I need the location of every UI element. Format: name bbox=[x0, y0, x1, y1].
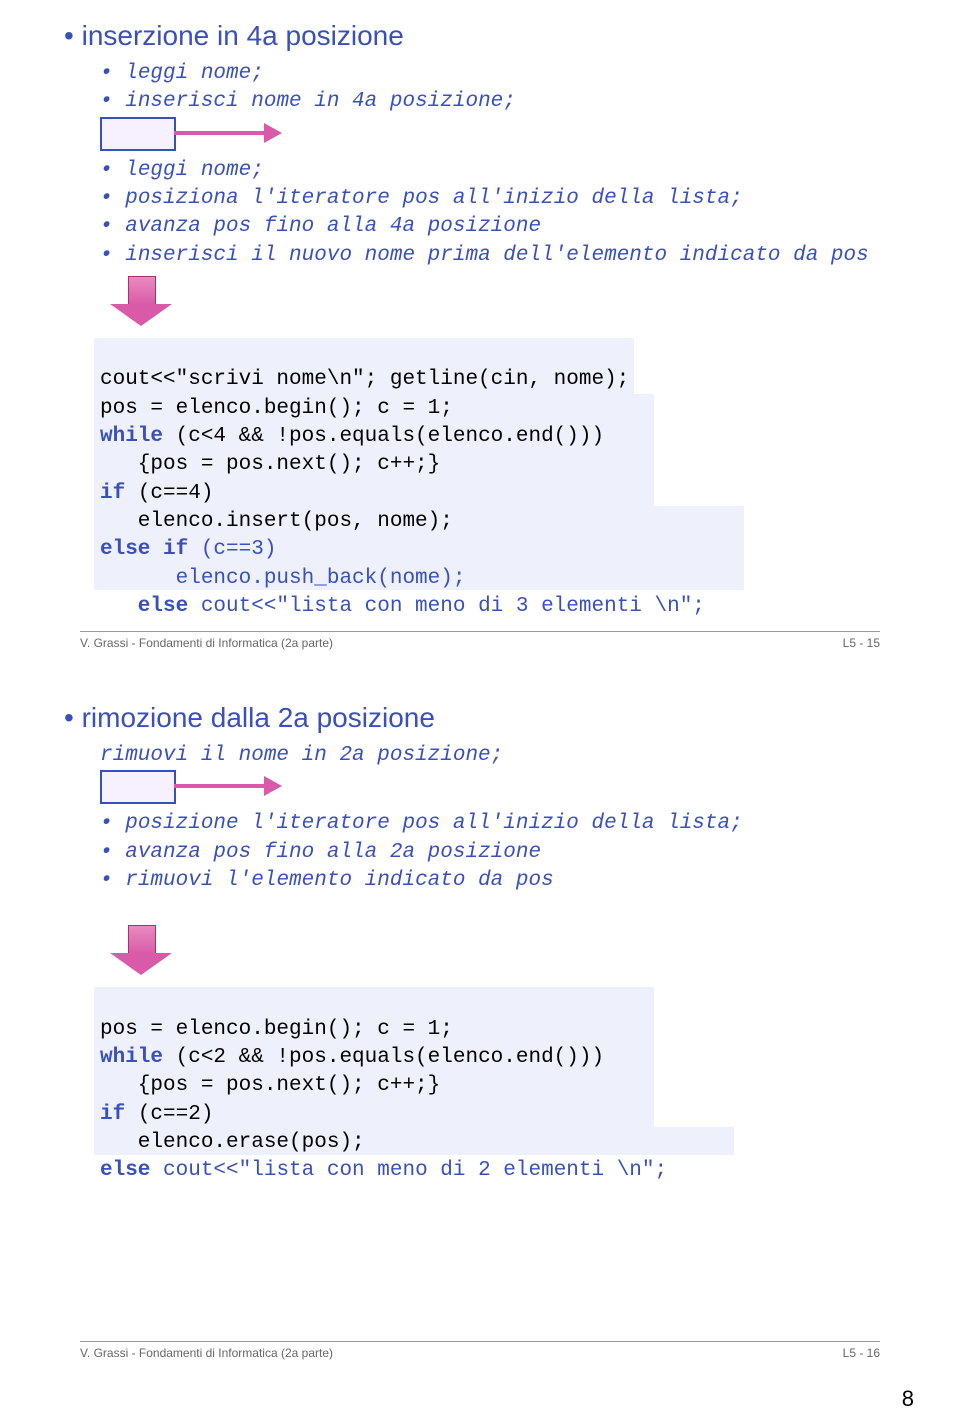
refinement-arrow-icon bbox=[100, 770, 920, 810]
code-line: while (c<2 && !pos.equals(elenco.end())) bbox=[100, 1046, 604, 1069]
refinement-arrow-icon bbox=[100, 117, 920, 157]
code-line: {pos = pos.next(); c++;} bbox=[100, 1074, 440, 1097]
pseudo-line: avanza pos fino alla 4a posizione bbox=[100, 213, 920, 241]
code-line: pos = elenco.begin(); c = 1; bbox=[100, 397, 453, 420]
code-block: cout<<"scrivi nome\n"; getline(cin, nome… bbox=[100, 338, 920, 650]
footer-author: V. Grassi - Fondamenti di Informatica (2… bbox=[80, 1346, 333, 1360]
pseudo-line: posiziona l'iteratore pos all'inizio del… bbox=[100, 185, 920, 213]
pseudocode-block-2: leggi nome; posiziona l'iteratore pos al… bbox=[100, 157, 920, 270]
code-line: else if (c==3) bbox=[100, 538, 276, 561]
code-line: if (c==4) bbox=[100, 482, 213, 505]
code-line: pos = elenco.begin(); c = 1; bbox=[100, 1018, 453, 1041]
pseudo-line: inserisci il nuovo nome prima dell'eleme… bbox=[100, 242, 920, 270]
slide-footer: V. Grassi - Fondamenti di Informatica (2… bbox=[80, 1341, 880, 1360]
code-line: {pos = pos.next(); c++;} bbox=[100, 453, 440, 476]
pseudocode-block-1: rimuovi il nome in 2a posizione; bbox=[100, 742, 920, 770]
code-line: cout<<"scrivi nome\n"; getline(cin, nome… bbox=[100, 368, 629, 391]
code-line: elenco.erase(pos); bbox=[100, 1131, 365, 1154]
code-block: pos = elenco.begin(); c = 1; while (c<2 … bbox=[100, 987, 920, 1214]
document-page-number: 8 bbox=[902, 1386, 914, 1412]
code-line: else cout<<"lista con meno di 3 elementi… bbox=[100, 595, 705, 618]
code-line: elenco.insert(pos, nome); bbox=[100, 510, 453, 533]
code-line: if (c==2) bbox=[100, 1103, 213, 1126]
slide-insertion: inserzione in 4a posizione leggi nome; i… bbox=[40, 20, 920, 660]
footer-page: L5 - 16 bbox=[843, 1346, 880, 1360]
down-arrow-icon bbox=[100, 276, 920, 332]
pseudo-line: posizione l'iteratore pos all'inizio del… bbox=[100, 810, 920, 838]
pseudo-line: leggi nome; bbox=[100, 157, 920, 185]
slide-title: inserzione in 4a posizione bbox=[64, 20, 920, 52]
pseudocode-block-2: posizione l'iteratore pos all'inizio del… bbox=[100, 810, 920, 895]
pseudo-line: rimuovi il nome in 2a posizione; bbox=[100, 742, 920, 770]
code-line: while (c<4 && !pos.equals(elenco.end())) bbox=[100, 425, 604, 448]
pseudo-line: avanza pos fino alla 2a posizione bbox=[100, 839, 920, 867]
slide-removal: rimozione dalla 2a posizione rimuovi il … bbox=[40, 690, 920, 1370]
code-line: elenco.push_back(nome); bbox=[100, 567, 465, 590]
pseudocode-block-1: leggi nome; inserisci nome in 4a posizio… bbox=[100, 60, 920, 117]
pseudo-line: leggi nome; bbox=[100, 60, 920, 88]
slide-title: rimozione dalla 2a posizione bbox=[64, 702, 920, 734]
pseudo-line: rimuovi l'elemento indicato da pos bbox=[100, 867, 920, 895]
down-arrow-icon bbox=[100, 925, 920, 981]
pseudo-line: inserisci nome in 4a posizione; bbox=[100, 88, 920, 116]
code-line: else cout<<"lista con meno di 2 elementi… bbox=[100, 1159, 667, 1182]
